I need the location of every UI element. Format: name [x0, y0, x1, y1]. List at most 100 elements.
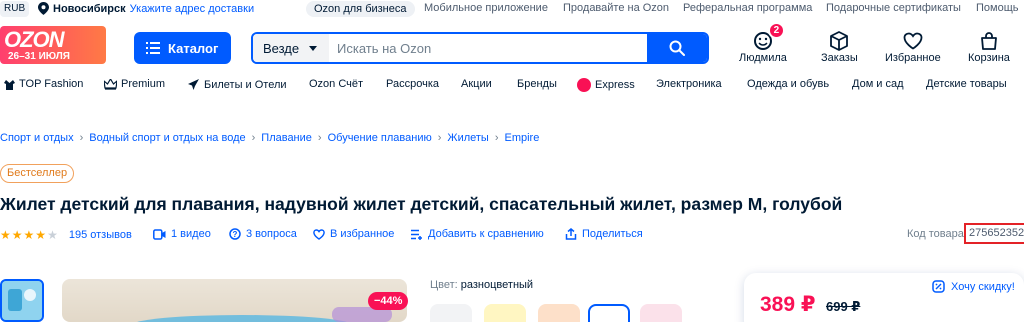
share-link[interactable]: Поделиться — [565, 228, 643, 240]
airplane-icon — [188, 79, 199, 90]
nav-item-ozon-account[interactable]: Ozon Счёт — [309, 78, 363, 90]
nav-item-top-fashion[interactable]: TOP Fashion — [4, 78, 83, 90]
product-meta-row: ★ ★ ★ ★ ★ 195 отзывов 1 видео ? 3 вопроса В … — [0, 223, 1024, 244]
category-nav: TOP Fashion Premium Билеты и Отели Ozon … — [0, 76, 1024, 94]
nav-item-electronics[interactable]: Электроника — [656, 78, 722, 90]
gallery-thumbnail[interactable] — [0, 279, 44, 322]
nav-item-tickets[interactable]: Билеты и Отели — [187, 78, 287, 91]
question-icon: ? — [229, 228, 241, 240]
breadcrumb-item[interactable]: Спорт и отдых — [0, 132, 74, 144]
location-selector[interactable]: Новосибирск Укажите адрес доставки — [38, 2, 254, 15]
nav-item-sales[interactable]: Акции — [461, 78, 492, 90]
nav-label: Акции — [461, 78, 492, 90]
orders-label: Заказы — [821, 52, 858, 64]
favorites-button[interactable]: Избранное — [885, 30, 941, 64]
product-main-image[interactable] — [62, 279, 407, 322]
star-icon: ★ — [23, 228, 35, 242]
compare-link[interactable]: Добавить к сравнению — [411, 228, 544, 240]
product-code-value[interactable]: 275652352 — [964, 223, 1024, 244]
discount-tag-icon — [932, 280, 945, 293]
search-input[interactable] — [329, 34, 647, 62]
share-icon — [565, 228, 577, 240]
share-label: Поделиться — [582, 228, 643, 240]
breadcrumb-item[interactable]: Водный спорт и отдых на воде — [89, 132, 245, 144]
search-bar: Везде — [251, 32, 709, 64]
rating-stars: ★ ★ ★ ★ ★ — [0, 228, 58, 242]
referral-program-link[interactable]: Реферальная программа — [683, 2, 812, 14]
nav-label: Express — [595, 79, 635, 91]
currency-selector[interactable]: RUB — [0, 1, 30, 17]
bestseller-badge[interactable]: Бестселлер — [0, 164, 75, 183]
catalog-button[interactable]: Каталог — [134, 32, 231, 64]
current-price: 389 ₽ — [760, 293, 816, 316]
questions-label: 3 вопроса — [246, 228, 297, 240]
sell-on-ozon-link[interactable]: Продавайте на Ozon — [563, 2, 669, 14]
color-label: Цвет: разноцветный — [430, 279, 533, 291]
star-icon: ★ — [35, 228, 47, 242]
discount-badge: −44% — [368, 292, 409, 310]
search-button[interactable] — [647, 34, 707, 62]
ozon-business-link[interactable]: Ozon для бизнеса — [306, 1, 415, 17]
top-utility-bar: RUB Новосибирск Укажите адрес доставки O… — [0, 0, 1024, 18]
location-pin-icon — [38, 2, 49, 15]
color-swatch[interactable] — [430, 304, 472, 322]
color-swatch-selected[interactable] — [588, 304, 630, 322]
city-name[interactable]: Новосибирск — [53, 3, 126, 15]
ozon-logo[interactable]: OZON 26–31 ИЮЛЯ — [0, 26, 106, 64]
video-label: 1 видео — [171, 228, 211, 240]
star-icon: ★ — [11, 228, 23, 242]
nav-item-home[interactable]: Дом и сад — [852, 78, 904, 90]
express-icon — [577, 78, 591, 92]
delivery-address-link[interactable]: Укажите адрес доставки — [130, 3, 254, 15]
nav-item-kids[interactable]: Детские товары — [926, 78, 1007, 90]
gift-cards-link[interactable]: Подарочные сертификаты — [826, 2, 961, 14]
product-thumbnail-image — [2, 281, 42, 320]
search-scope-label: Везде — [263, 40, 300, 56]
favorites-label: Избранное — [885, 52, 941, 64]
questions-link[interactable]: ? 3 вопроса — [229, 228, 297, 240]
breadcrumb-item[interactable]: Плавание — [261, 132, 312, 144]
notifications-badge: 2 — [767, 22, 785, 39]
bag-icon — [981, 32, 997, 50]
nav-item-express[interactable]: Express — [577, 78, 635, 92]
color-swatch[interactable] — [640, 304, 682, 322]
search-icon — [669, 40, 685, 56]
mobile-app-link[interactable]: Мобильное приложение — [424, 2, 548, 14]
color-value: разноцветный — [460, 279, 534, 291]
product-photo — [137, 307, 392, 322]
nav-item-clothing[interactable]: Одежда и обувь — [747, 78, 829, 90]
add-to-favorites-link[interactable]: В избранное — [313, 228, 394, 240]
profile-label: Людмила — [739, 52, 787, 64]
old-price: 699 ₽ — [826, 299, 861, 314]
nav-item-brands[interactable]: Бренды — [517, 78, 557, 90]
profile-button[interactable]: 2 Людмила — [739, 22, 787, 64]
search-scope-dropdown[interactable]: Везде — [253, 34, 329, 62]
nav-label: Premium — [121, 78, 166, 90]
cart-button[interactable]: Корзина — [968, 30, 1010, 64]
color-swatch[interactable] — [484, 304, 526, 322]
product-title: Жилет детский для плавания, надувной жил… — [0, 194, 843, 214]
logo-text: OZON — [4, 27, 65, 52]
caret-down-icon — [309, 45, 318, 51]
video-link[interactable]: 1 видео — [153, 228, 211, 240]
color-swatch[interactable] — [538, 304, 580, 322]
nav-item-installment[interactable]: Рассрочка — [386, 78, 439, 90]
heart-icon — [313, 228, 325, 240]
box-icon — [830, 31, 849, 51]
rating-reviews-link[interactable]: ★ ★ ★ ★ ★ 195 отзывов — [0, 228, 132, 242]
star-half-icon: ★ — [47, 228, 58, 242]
breadcrumb-item[interactable]: Обучение плаванию — [328, 132, 432, 144]
nav-label: TOP Fashion — [19, 78, 84, 90]
breadcrumb-item[interactable]: Empire — [505, 132, 540, 144]
cart-label: Корзина — [968, 52, 1010, 64]
nav-label: Дом и сад — [852, 78, 904, 90]
nav-item-premium[interactable]: Premium — [104, 78, 165, 90]
breadcrumb-item[interactable]: Жилеты — [447, 132, 488, 144]
want-discount-link[interactable]: Хочу скидку! — [932, 280, 1015, 293]
logo-dates: 26–31 ИЮЛЯ — [8, 51, 70, 62]
orders-button[interactable]: Заказы — [821, 30, 858, 64]
compare-icon — [411, 229, 422, 240]
color-label-prefix: Цвет: — [430, 279, 458, 291]
help-link[interactable]: Помощь — [976, 2, 1019, 14]
product-code-label: Код товара — [907, 228, 964, 240]
